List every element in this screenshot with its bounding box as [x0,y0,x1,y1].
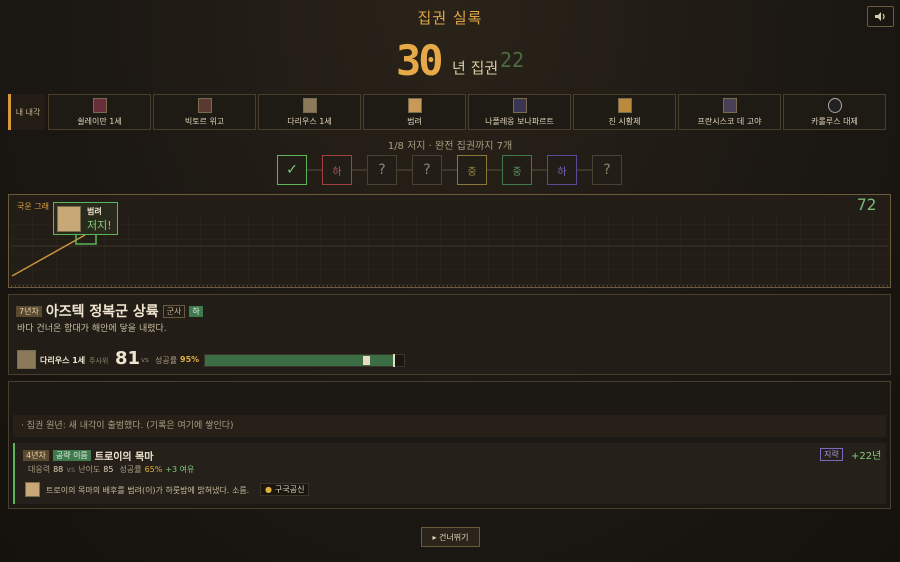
roster-card[interactable]: 범려 [363,94,466,130]
previous-years-ghost: 22 [500,48,525,72]
node-connector [577,169,593,171]
success-rate-value: 95% [180,355,200,364]
chart-value: 72 [857,195,877,214]
category-badge: 군사 [162,304,186,318]
portrait-icon [25,482,40,497]
reward-label: 구국공신 [274,485,305,494]
rate-value: 65% [144,465,163,474]
portrait-icon [92,98,107,113]
roster-card[interactable]: 쉴레이만 1세 [48,94,151,130]
speaker-icon [875,12,885,21]
roster-name: 빅토르 위고 [184,117,225,126]
node-connector [442,169,458,171]
log-entry-description: 트로이의 목마의 배후를 범려(이)가 하룻밤에 밝혀냈다. 소름. [46,486,250,495]
success-rate-bar [204,354,405,367]
portrait-icon [722,98,737,113]
portrait-icon [197,98,212,113]
dice-label: 주사위 [89,357,109,365]
stat-label: 대응력 [28,465,51,474]
progress-node[interactable]: 하 [547,155,577,185]
margin-value: +3 여유 [165,465,195,474]
progress-node[interactable]: 중 [457,155,487,185]
roster-card[interactable]: 카롤루스 대제 [783,94,886,130]
skip-button[interactable]: ▸ 건너뛰기 [421,527,480,547]
years-gained: +22년 [851,451,882,462]
roster-card[interactable]: 프란시스코 데 고야 [678,94,781,130]
event-title: 아즈텍 정복군 상륙 [45,304,159,320]
event-description: 바다 건너온 함대가 해안에 닿을 내렸다. [17,324,167,334]
node-connector [307,169,323,171]
success-rate-label: 성공률 [155,356,178,365]
progress-node[interactable]: ✓ [277,155,307,185]
progress-node[interactable]: ? [367,155,397,185]
progress-summary: 1/8 저지 · 완전 집권까지 7개 [387,141,513,152]
roster-name: 프란시스코 데 고야 [697,117,762,126]
portrait-icon [57,206,81,232]
reign-years: 30 [396,36,444,85]
roster-name: 나폴레옹 보나파르트 [485,117,554,126]
progress-node[interactable]: ? [412,155,442,185]
turn-badge: 7년차 [16,305,42,317]
roll-marker [363,356,370,365]
progress-node[interactable]: 하 [322,155,352,185]
roster-name: 다리우스 1세 [287,117,332,126]
cabinet-roster: 내 내각 쉴레이만 1세 빅토르 위고 다리우스 1세 범려 나폴레옹 보나파르… [8,94,889,130]
turn-badge: 4년차 [23,450,49,461]
wisdom-badge: 지략 [820,448,843,461]
rate-label: 성공률 [119,465,142,474]
medal-icon: ● [265,485,272,494]
roster-name: 카롤루스 대제 [811,117,858,126]
page-title: 집권 실록 [417,9,483,27]
portrait-icon [407,98,422,113]
chart-grid [11,213,888,285]
blocker-popup: 범려 저지! [53,202,118,235]
node-connector [352,169,368,171]
progress-node[interactable]: 중 [502,155,532,185]
reign-years-unit: 년 집권 [452,59,499,77]
threshold-marker [393,354,395,367]
popup-name: 범려 [87,207,102,216]
progress-node[interactable]: ? [592,155,622,185]
roster-card[interactable]: 빅토르 위고 [153,94,256,130]
portrait-icon [302,98,317,113]
vs-label: vs [66,465,76,474]
chart-label: 국운 그래 [17,202,49,211]
reward-badge: ● 구국공신 [260,483,310,496]
roster-card[interactable]: 나폴레옹 보나파르트 [468,94,571,130]
roster-card[interactable]: 다리우스 1세 [258,94,361,130]
roster-label: 내 내각 [8,94,45,130]
portrait-icon [617,98,632,113]
strategy-badge: 공략 이름 [52,450,91,461]
fortune-chart-panel [8,194,891,288]
defender-name: 다리우스 1세 [40,356,86,365]
log-entry-title: 트로이의 목마 [94,452,154,463]
roster-name: 범려 [407,117,422,126]
sound-toggle-button[interactable] [867,6,894,27]
roster-card[interactable]: 진 시황제 [573,94,676,130]
portrait-icon [17,350,36,369]
portrait-icon [827,98,842,113]
portrait-icon [512,98,527,113]
node-connector [487,169,503,171]
dice-value: 81 [115,348,141,369]
difficulty-badge: 하 [189,305,203,317]
node-connector [397,169,413,171]
stat-label: 난이도 [78,465,101,474]
roster-name: 진 시황제 [608,117,641,126]
log-info-line: · 집권 원년: 새 내각이 출범했다. (기록은 여기에 쌓인다) [13,415,886,437]
stat-value: 88 [53,465,64,474]
vs-label: vs [141,356,149,364]
popup-status: 저지! [87,219,112,232]
fortune-chart [11,213,888,287]
stat-value: 85 [103,465,114,474]
roster-name: 쉴레이만 1세 [77,117,122,126]
node-connector [532,169,548,171]
